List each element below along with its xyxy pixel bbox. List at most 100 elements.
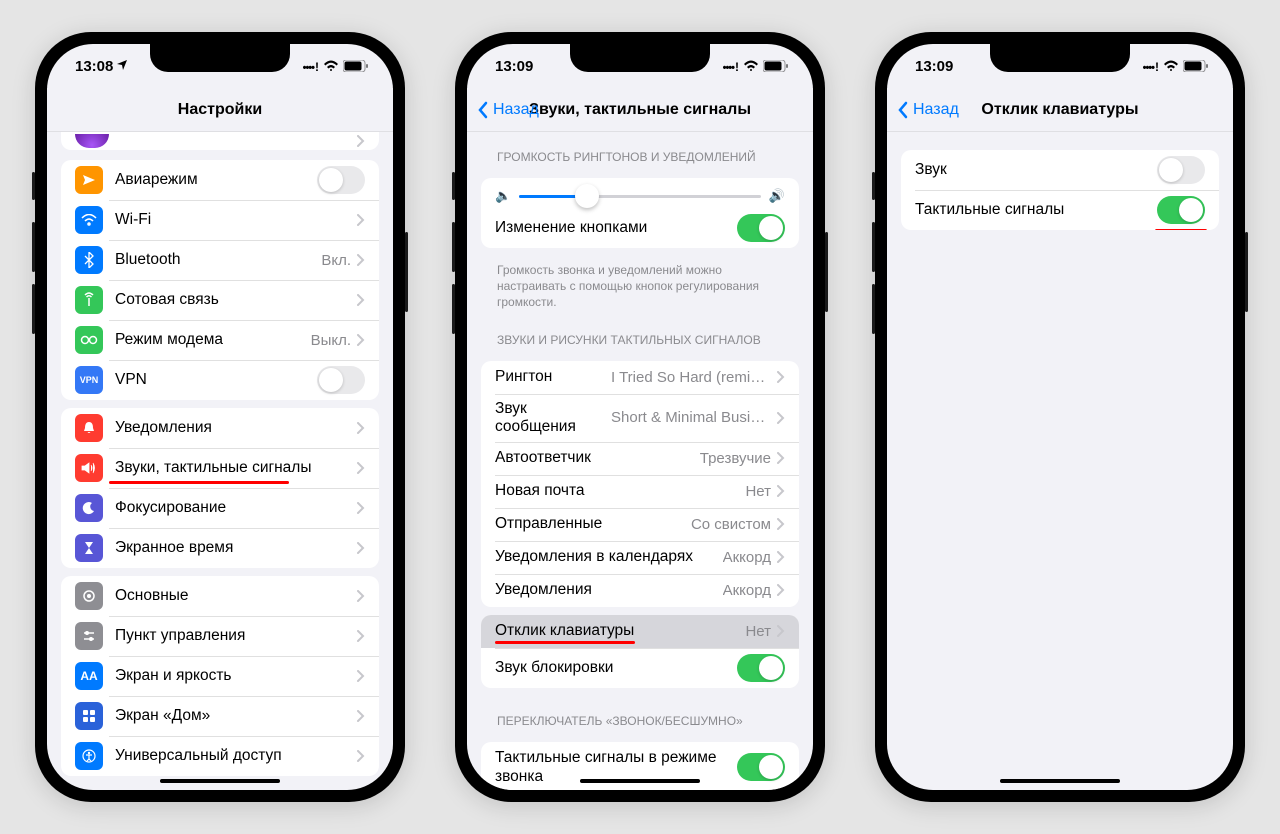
calendar-alerts-row[interactable]: Уведомления в календарях Аккорд — [481, 541, 799, 574]
nav-title: Звуки, тактильные сигналы — [529, 101, 751, 119]
row-label: Тактильные сигналы — [915, 201, 1157, 219]
wifi-icon — [323, 60, 339, 72]
chevron-right-icon — [777, 551, 785, 563]
reminder-alerts-row[interactable]: Уведомления Аккорд — [481, 574, 799, 607]
battery-icon — [1183, 60, 1209, 72]
home-indicator[interactable] — [1000, 779, 1120, 783]
settings-content[interactable]: Авиарежим Wi-Fi Bluetooth Вкл. Сотовая с — [47, 132, 393, 790]
row-value: Со свистом — [691, 516, 771, 533]
airplane-toggle[interactable] — [317, 166, 365, 194]
nav-title: Настройки — [178, 101, 262, 119]
chevron-right-icon — [777, 412, 785, 424]
row-label: Bluetooth — [115, 251, 321, 269]
home-screen-row[interactable]: Экран «Дом» — [61, 696, 379, 736]
chevron-right-icon — [357, 254, 365, 266]
row-label: Пункт управления — [115, 627, 357, 645]
chevron-right-icon — [357, 590, 365, 602]
chevron-right-icon — [777, 625, 785, 637]
highlight-underline — [109, 481, 289, 484]
chevron-right-icon — [357, 294, 365, 306]
chevron-right-icon — [357, 750, 365, 762]
hourglass-icon — [75, 534, 103, 562]
nav-bar: Назад Отклик клавиатуры — [887, 88, 1233, 132]
speaker-low-icon: 🔈 — [495, 188, 511, 204]
nav-bar: Настройки — [47, 88, 393, 132]
control-center-row[interactable]: Пункт управления — [61, 616, 379, 656]
keyboard-feedback-row[interactable]: Отклик клавиатуры Нет — [481, 615, 799, 648]
hotspot-row[interactable]: Режим модема Выкл. — [61, 320, 379, 360]
sounds-content[interactable]: ГРОМКОСТЬ РИНГТОНОВ И УВЕДОМЛЕНИЙ 🔈 🔊 Из… — [467, 132, 813, 790]
bluetooth-row[interactable]: Bluetooth Вкл. — [61, 240, 379, 280]
focus-row[interactable]: Фокусирование — [61, 488, 379, 528]
volume-slider-row[interactable]: 🔈 🔊 — [481, 178, 799, 208]
vpn-row[interactable]: VPN VPN — [61, 360, 379, 400]
highlight-underline — [1155, 229, 1207, 230]
chevron-right-icon — [357, 710, 365, 722]
lock-sound-toggle[interactable] — [737, 654, 785, 682]
nav-title: Отклик клавиатуры — [981, 101, 1138, 119]
row-label: Уведомления — [495, 581, 723, 599]
row-value: Вкл. — [321, 252, 351, 269]
accessibility-row[interactable]: Универсальный доступ — [61, 736, 379, 776]
ringtone-row[interactable]: Рингтон I Tried So Hard (remix 2021) — [481, 361, 799, 394]
change-buttons-toggle[interactable] — [737, 214, 785, 242]
vpn-toggle[interactable] — [317, 366, 365, 394]
sent-mail-row[interactable]: Отправленные Со свистом — [481, 508, 799, 541]
chevron-right-icon — [777, 485, 785, 497]
chevron-right-icon — [357, 542, 365, 554]
chevron-right-icon — [357, 630, 365, 642]
sound-toggle[interactable] — [1157, 156, 1205, 184]
row-label: Фокусирование — [115, 499, 357, 517]
row-value: Нет — [745, 483, 771, 500]
keyboard-feedback-content[interactable]: Звук Тактильные сигналы — [887, 132, 1233, 790]
notifications-row[interactable]: Уведомления — [61, 408, 379, 448]
display-row[interactable]: AA Экран и яркость — [61, 656, 379, 696]
row-label: Звук сообщения — [495, 400, 611, 436]
chevron-right-icon — [357, 502, 365, 514]
group-header-switch: ПЕРЕКЛЮЧАТЕЛЬ «ЗВОНОК/БЕСШУМНО» — [467, 696, 813, 734]
lock-sound-row[interactable]: Звук блокировки — [481, 648, 799, 688]
row-label: Универсальный доступ — [115, 747, 357, 765]
nav-bar: Назад Звуки, тактильные сигналы — [467, 88, 813, 132]
sounds-row[interactable]: Звуки, тактильные сигналы — [61, 448, 379, 488]
row-label: Wi-Fi — [115, 211, 357, 229]
volume-slider[interactable] — [519, 195, 761, 198]
chevron-right-icon — [357, 670, 365, 682]
wifi-row[interactable]: Wi-Fi — [61, 200, 379, 240]
apple-id-row[interactable] — [61, 132, 379, 150]
row-value: Аккорд — [723, 549, 771, 566]
back-button[interactable]: Назад — [477, 101, 539, 119]
home-indicator[interactable] — [160, 779, 280, 783]
row-label: Автоответчик — [495, 449, 700, 467]
text-tone-row[interactable]: Звук сообщения Short & Minimal Busine… — [481, 394, 799, 442]
voicemail-row[interactable]: Автоответчик Трезвучие — [481, 442, 799, 475]
sound-row[interactable]: Звук — [901, 150, 1219, 190]
change-with-buttons-row[interactable]: Изменение кнопками — [481, 208, 799, 248]
wifi-settings-icon — [75, 206, 103, 234]
haptic-row[interactable]: Тактильные сигналы — [901, 190, 1219, 230]
new-mail-row[interactable]: Новая почта Нет — [481, 475, 799, 508]
haptic-toggle[interactable] — [1157, 196, 1205, 224]
haptic-ring-toggle[interactable] — [737, 753, 785, 781]
general-row[interactable]: Основные — [61, 576, 379, 616]
notch — [570, 44, 710, 72]
row-label: Отправленные — [495, 515, 691, 533]
cellular-row[interactable]: Сотовая связь — [61, 280, 379, 320]
vpn-icon: VPN — [75, 366, 103, 394]
row-label: Сотовая связь — [115, 291, 357, 309]
airplane-mode-row[interactable]: Авиарежим — [61, 160, 379, 200]
back-button[interactable]: Назад — [897, 101, 959, 119]
row-label: Звук — [915, 161, 1157, 179]
bluetooth-icon — [75, 246, 103, 274]
cellular-signal-icon — [1143, 58, 1159, 75]
speaker-high-icon: 🔊 — [769, 188, 785, 204]
battery-icon — [343, 60, 369, 72]
home-indicator[interactable] — [580, 779, 700, 783]
text-size-icon: AA — [75, 662, 103, 690]
row-label: VPN — [115, 371, 317, 389]
antenna-icon — [75, 286, 103, 314]
row-value: Short & Minimal Busine… — [611, 409, 771, 426]
screentime-row[interactable]: Экранное время — [61, 528, 379, 568]
chevron-right-icon — [777, 518, 785, 530]
chevron-right-icon — [777, 371, 785, 383]
